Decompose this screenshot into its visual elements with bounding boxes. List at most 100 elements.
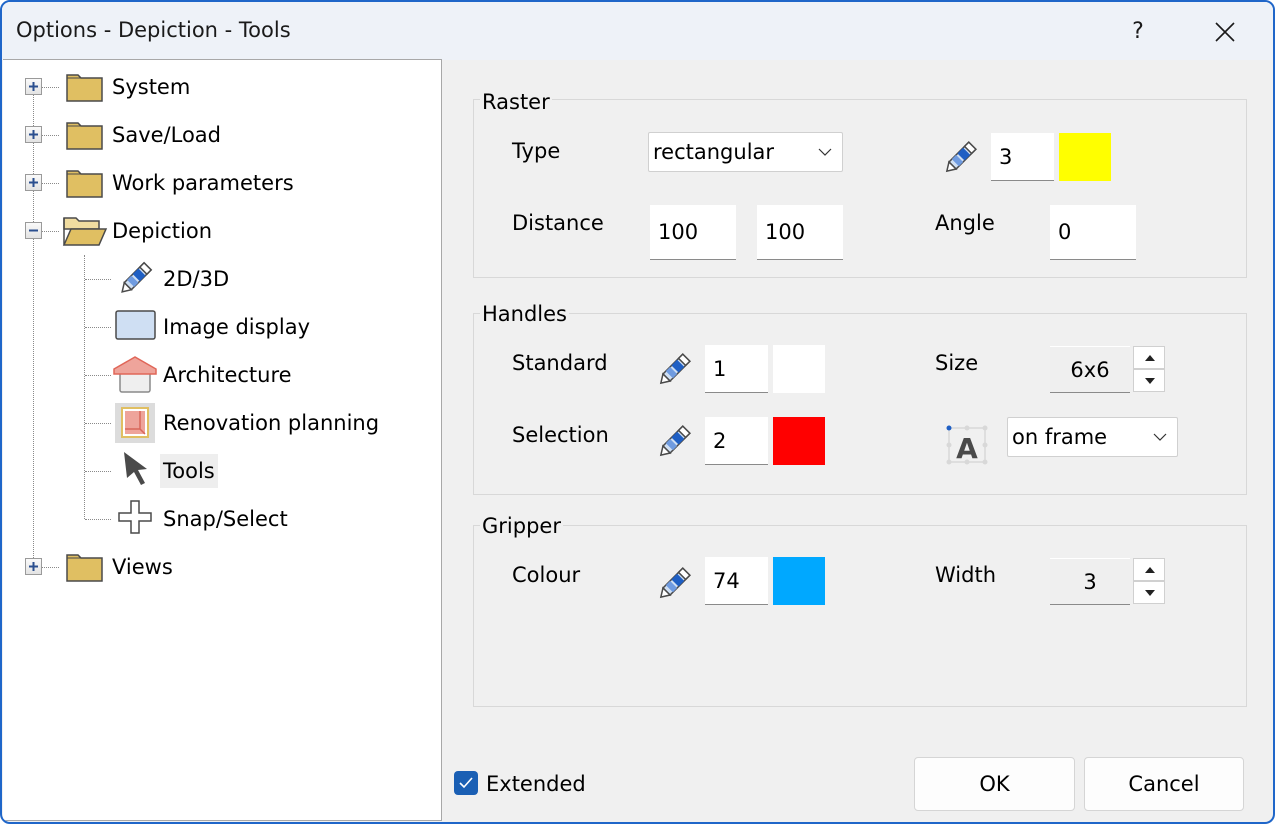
tree-connector bbox=[41, 135, 59, 136]
tree-item-label: Views bbox=[112, 555, 173, 579]
handles-group bbox=[473, 313, 1247, 495]
raster-type-dropdown[interactable]: rectangular bbox=[648, 132, 843, 172]
tree-item-renovation-planning[interactable]: Renovation planning bbox=[160, 403, 382, 443]
tree-connector bbox=[85, 375, 111, 376]
raster-color-swatch[interactable] bbox=[1059, 133, 1111, 181]
handles-text-position-value: on frame bbox=[1012, 425, 1108, 449]
tree-connector bbox=[41, 183, 59, 184]
tree-item-label: 2D/3D bbox=[163, 267, 230, 291]
extended-label: Extended bbox=[486, 772, 586, 796]
handles-size-value[interactable] bbox=[1050, 346, 1130, 393]
raster-type-label: Type bbox=[512, 139, 561, 163]
tree-item-label: Tools bbox=[160, 454, 218, 488]
folder-icon bbox=[66, 554, 103, 582]
handles-group-title: Handles bbox=[480, 302, 569, 326]
chevron-down-icon bbox=[1153, 433, 1167, 441]
handles-size-label: Size bbox=[935, 351, 979, 375]
text-frame-icon: A bbox=[946, 425, 988, 465]
pencil-icon bbox=[121, 261, 153, 293]
tree-connector bbox=[85, 423, 111, 424]
handles-standard-color-swatch[interactable] bbox=[773, 345, 825, 393]
chevron-down-icon bbox=[818, 148, 832, 156]
raster-distance-y-input[interactable] bbox=[757, 205, 843, 260]
gripper-width-increment-button[interactable] bbox=[1133, 558, 1165, 581]
folder-icon bbox=[66, 74, 103, 102]
handles-standard-label: Standard bbox=[512, 351, 608, 375]
tree-item-label: Save/Load bbox=[112, 123, 221, 147]
expand-system-button[interactable] bbox=[25, 78, 42, 95]
tree-item-save-load[interactable]: Save/Load bbox=[109, 115, 224, 155]
ok-button[interactable]: OK bbox=[914, 757, 1075, 811]
tree-item-system[interactable]: System bbox=[109, 67, 193, 107]
pen-icon[interactable] bbox=[654, 420, 696, 462]
raster-distance-x-input[interactable] bbox=[650, 205, 736, 260]
tree-connector bbox=[41, 231, 59, 232]
collapse-depiction-button[interactable] bbox=[25, 222, 42, 239]
tree-item-work-parameters[interactable]: Work parameters bbox=[109, 163, 297, 203]
tree-item-tools[interactable]: Tools bbox=[160, 451, 218, 491]
raster-angle-input[interactable] bbox=[1050, 205, 1136, 260]
expand-work-parameters-button[interactable] bbox=[25, 174, 42, 191]
folder-icon bbox=[66, 122, 103, 150]
tree-item-label: Architecture bbox=[163, 363, 292, 387]
raster-group-title: Raster bbox=[480, 90, 552, 114]
plus-icon bbox=[29, 82, 38, 91]
house-icon bbox=[113, 356, 157, 393]
handles-selection-pen-input[interactable] bbox=[705, 417, 768, 465]
checkmark-icon bbox=[459, 777, 473, 789]
gripper-width-label: Width bbox=[935, 563, 997, 587]
handles-standard-pen-input[interactable] bbox=[705, 345, 768, 393]
tree-connector bbox=[85, 327, 111, 328]
handles-selection-color-swatch[interactable] bbox=[773, 417, 825, 465]
gripper-colour-swatch[interactable] bbox=[773, 557, 825, 605]
handles-size-decrement-button[interactable] bbox=[1133, 369, 1165, 392]
options-tree[interactable]: System Save/Load Work parameters Depicti… bbox=[3, 59, 442, 821]
expand-save-load-button[interactable] bbox=[25, 126, 42, 143]
tree-item-label: Snap/Select bbox=[163, 507, 288, 531]
gripper-colour-pen-input[interactable] bbox=[705, 557, 768, 605]
tree-item-depiction[interactable]: Depiction bbox=[109, 211, 215, 251]
extended-checkbox[interactable] bbox=[454, 771, 478, 795]
close-button[interactable] bbox=[1202, 12, 1248, 52]
plus-icon bbox=[29, 178, 38, 187]
expand-views-button[interactable] bbox=[25, 558, 42, 575]
triangle-down-icon bbox=[1145, 590, 1155, 596]
gripper-group-title: Gripper bbox=[480, 514, 563, 538]
folder-icon bbox=[66, 170, 103, 198]
tree-item-views[interactable]: Views bbox=[109, 547, 176, 587]
tree-item-label: Work parameters bbox=[112, 171, 294, 195]
tree-item-label: System bbox=[112, 75, 191, 99]
tree-item-label: Depiction bbox=[112, 219, 213, 243]
raster-pen-input[interactable] bbox=[991, 133, 1054, 181]
pen-icon[interactable] bbox=[940, 136, 982, 178]
tree-item-label: Image display bbox=[163, 315, 311, 339]
plus-icon bbox=[29, 562, 38, 571]
gripper-width-decrement-button[interactable] bbox=[1133, 581, 1165, 604]
tree-item-image-display[interactable]: Image display bbox=[160, 307, 313, 347]
folder-open-icon bbox=[62, 217, 108, 246]
tree-item-snap-select[interactable]: Snap/Select bbox=[160, 499, 291, 539]
crosshair-icon bbox=[118, 500, 152, 534]
raster-angle-label: Angle bbox=[935, 211, 995, 235]
tree-connector bbox=[41, 87, 59, 88]
tree-connector bbox=[41, 567, 59, 568]
pen-icon[interactable] bbox=[654, 348, 696, 390]
pen-icon[interactable] bbox=[654, 562, 696, 604]
gripper-width-value[interactable] bbox=[1050, 558, 1130, 605]
cursor-arrow-icon bbox=[124, 452, 147, 485]
tree-connector bbox=[85, 519, 111, 520]
help-button[interactable]: ? bbox=[1120, 12, 1156, 52]
tree-connector bbox=[85, 471, 111, 472]
options-dialog: Options - Depiction - Tools ? System Sav… bbox=[0, 0, 1275, 824]
title-bar: Options - Depiction - Tools ? bbox=[2, 2, 1273, 60]
image-display-icon bbox=[115, 310, 156, 340]
tree-connector bbox=[85, 279, 111, 280]
tree-item-2d-3d[interactable]: 2D/3D bbox=[160, 259, 232, 299]
cancel-button[interactable]: Cancel bbox=[1084, 757, 1244, 811]
tree-connector bbox=[84, 255, 85, 519]
tree-item-architecture[interactable]: Architecture bbox=[160, 355, 295, 395]
handles-text-position-dropdown[interactable]: on frame bbox=[1007, 417, 1178, 457]
minus-icon bbox=[29, 229, 38, 232]
svg-text:A: A bbox=[956, 432, 978, 465]
handles-size-increment-button[interactable] bbox=[1133, 346, 1165, 369]
